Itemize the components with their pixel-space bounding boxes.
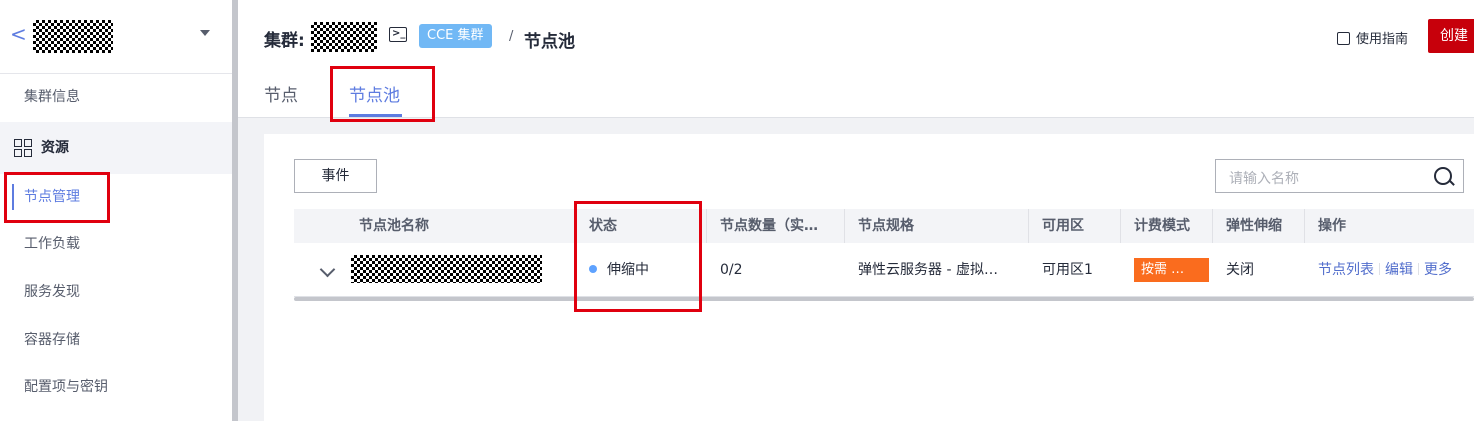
column-divider [1212,209,1213,243]
chevron-down-icon[interactable] [319,261,336,278]
link-divider [1379,263,1380,275]
sidebar-item-service-discovery[interactable]: 服务发现 [0,270,232,314]
column-divider [844,209,845,243]
node-spec-cell: 弹性云服务器 - 虚拟… [858,262,998,278]
highlight-box-node-management [4,172,110,223]
cluster-name-redacted [33,20,113,53]
col-zone: 可用区 [1042,218,1084,234]
more-link[interactable]: 更多 [1424,262,1452,278]
sidebar-group-label: 资源 [41,140,69,156]
col-node-spec: 节点规格 [858,218,914,234]
cluster-name-redacted [311,22,377,52]
guide-link[interactable]: 使用指南 [1337,28,1408,47]
cluster-switcher[interactable]: < [0,0,232,74]
edit-icon [1337,32,1350,45]
column-divider [1028,209,1029,243]
sidebar-item-workloads[interactable]: 工作负载 [0,222,232,266]
column-divider [706,209,707,243]
guide-label: 使用指南 [1356,32,1409,47]
terminal-icon[interactable]: >_ [389,27,407,42]
edit-link[interactable]: 编辑 [1385,262,1413,278]
node-count-cell: 0/2 [720,262,743,278]
highlight-box-node-pool-tab [330,66,435,122]
grid-icon [14,139,32,157]
link-divider [1418,263,1419,275]
table-row[interactable]: 伸缩中 0/2 弹性云服务器 - 虚拟… 可用区1 按需 … 关闭 节点列表 编辑… [294,244,1474,297]
col-billing: 计费模式 [1134,218,1190,234]
col-autoscaling: 弹性伸缩 [1226,218,1282,234]
cluster-label: 集群: [264,31,305,51]
col-operations: 操作 [1318,218,1346,234]
page-title: 节点池 [524,32,575,52]
search-input[interactable]: 请输入名称 [1215,159,1464,193]
sidebar-item-storage[interactable]: 容器存储 [0,318,232,362]
chevron-left-icon[interactable]: < [10,22,27,46]
node-list-link[interactable]: 节点列表 [1318,262,1374,278]
col-pool-name: 节点池名称 [359,218,429,234]
event-button[interactable]: 事件 [294,159,377,193]
zone-cell: 可用区1 [1042,262,1093,278]
sidebar-item-cluster-info[interactable]: 集群信息 [0,75,232,119]
column-divider [1120,209,1121,243]
table-horizontal-scrollbar[interactable] [294,297,1474,301]
tab-nodes[interactable]: 节点 [264,81,298,106]
autoscaling-cell: 关闭 [1226,262,1254,278]
cce-cluster-tag: CCE 集群 [419,24,492,48]
table-header: 节点池名称 状态 节点数量（实… 节点规格 可用区 计费模式 弹性伸缩 操作 [294,209,1474,243]
search-placeholder: 请输入名称 [1229,171,1299,187]
breadcrumb-separator: / [509,29,514,44]
pool-name-redacted [351,255,542,283]
chevron-down-icon[interactable] [200,30,210,36]
create-button[interactable]: 创建 [1428,19,1474,53]
search-icon[interactable] [1434,167,1452,185]
sidebar-group-resources[interactable]: 资源 [0,122,232,174]
operations-cell: 节点列表 编辑 更多 [1318,244,1452,296]
billing-badge: 按需 … [1134,258,1209,282]
column-divider [1304,209,1305,243]
highlight-box-status [574,201,702,312]
sidebar-item-config-secrets[interactable]: 配置项与密钥 [0,365,232,409]
col-node-count: 节点数量（实… [720,218,818,234]
